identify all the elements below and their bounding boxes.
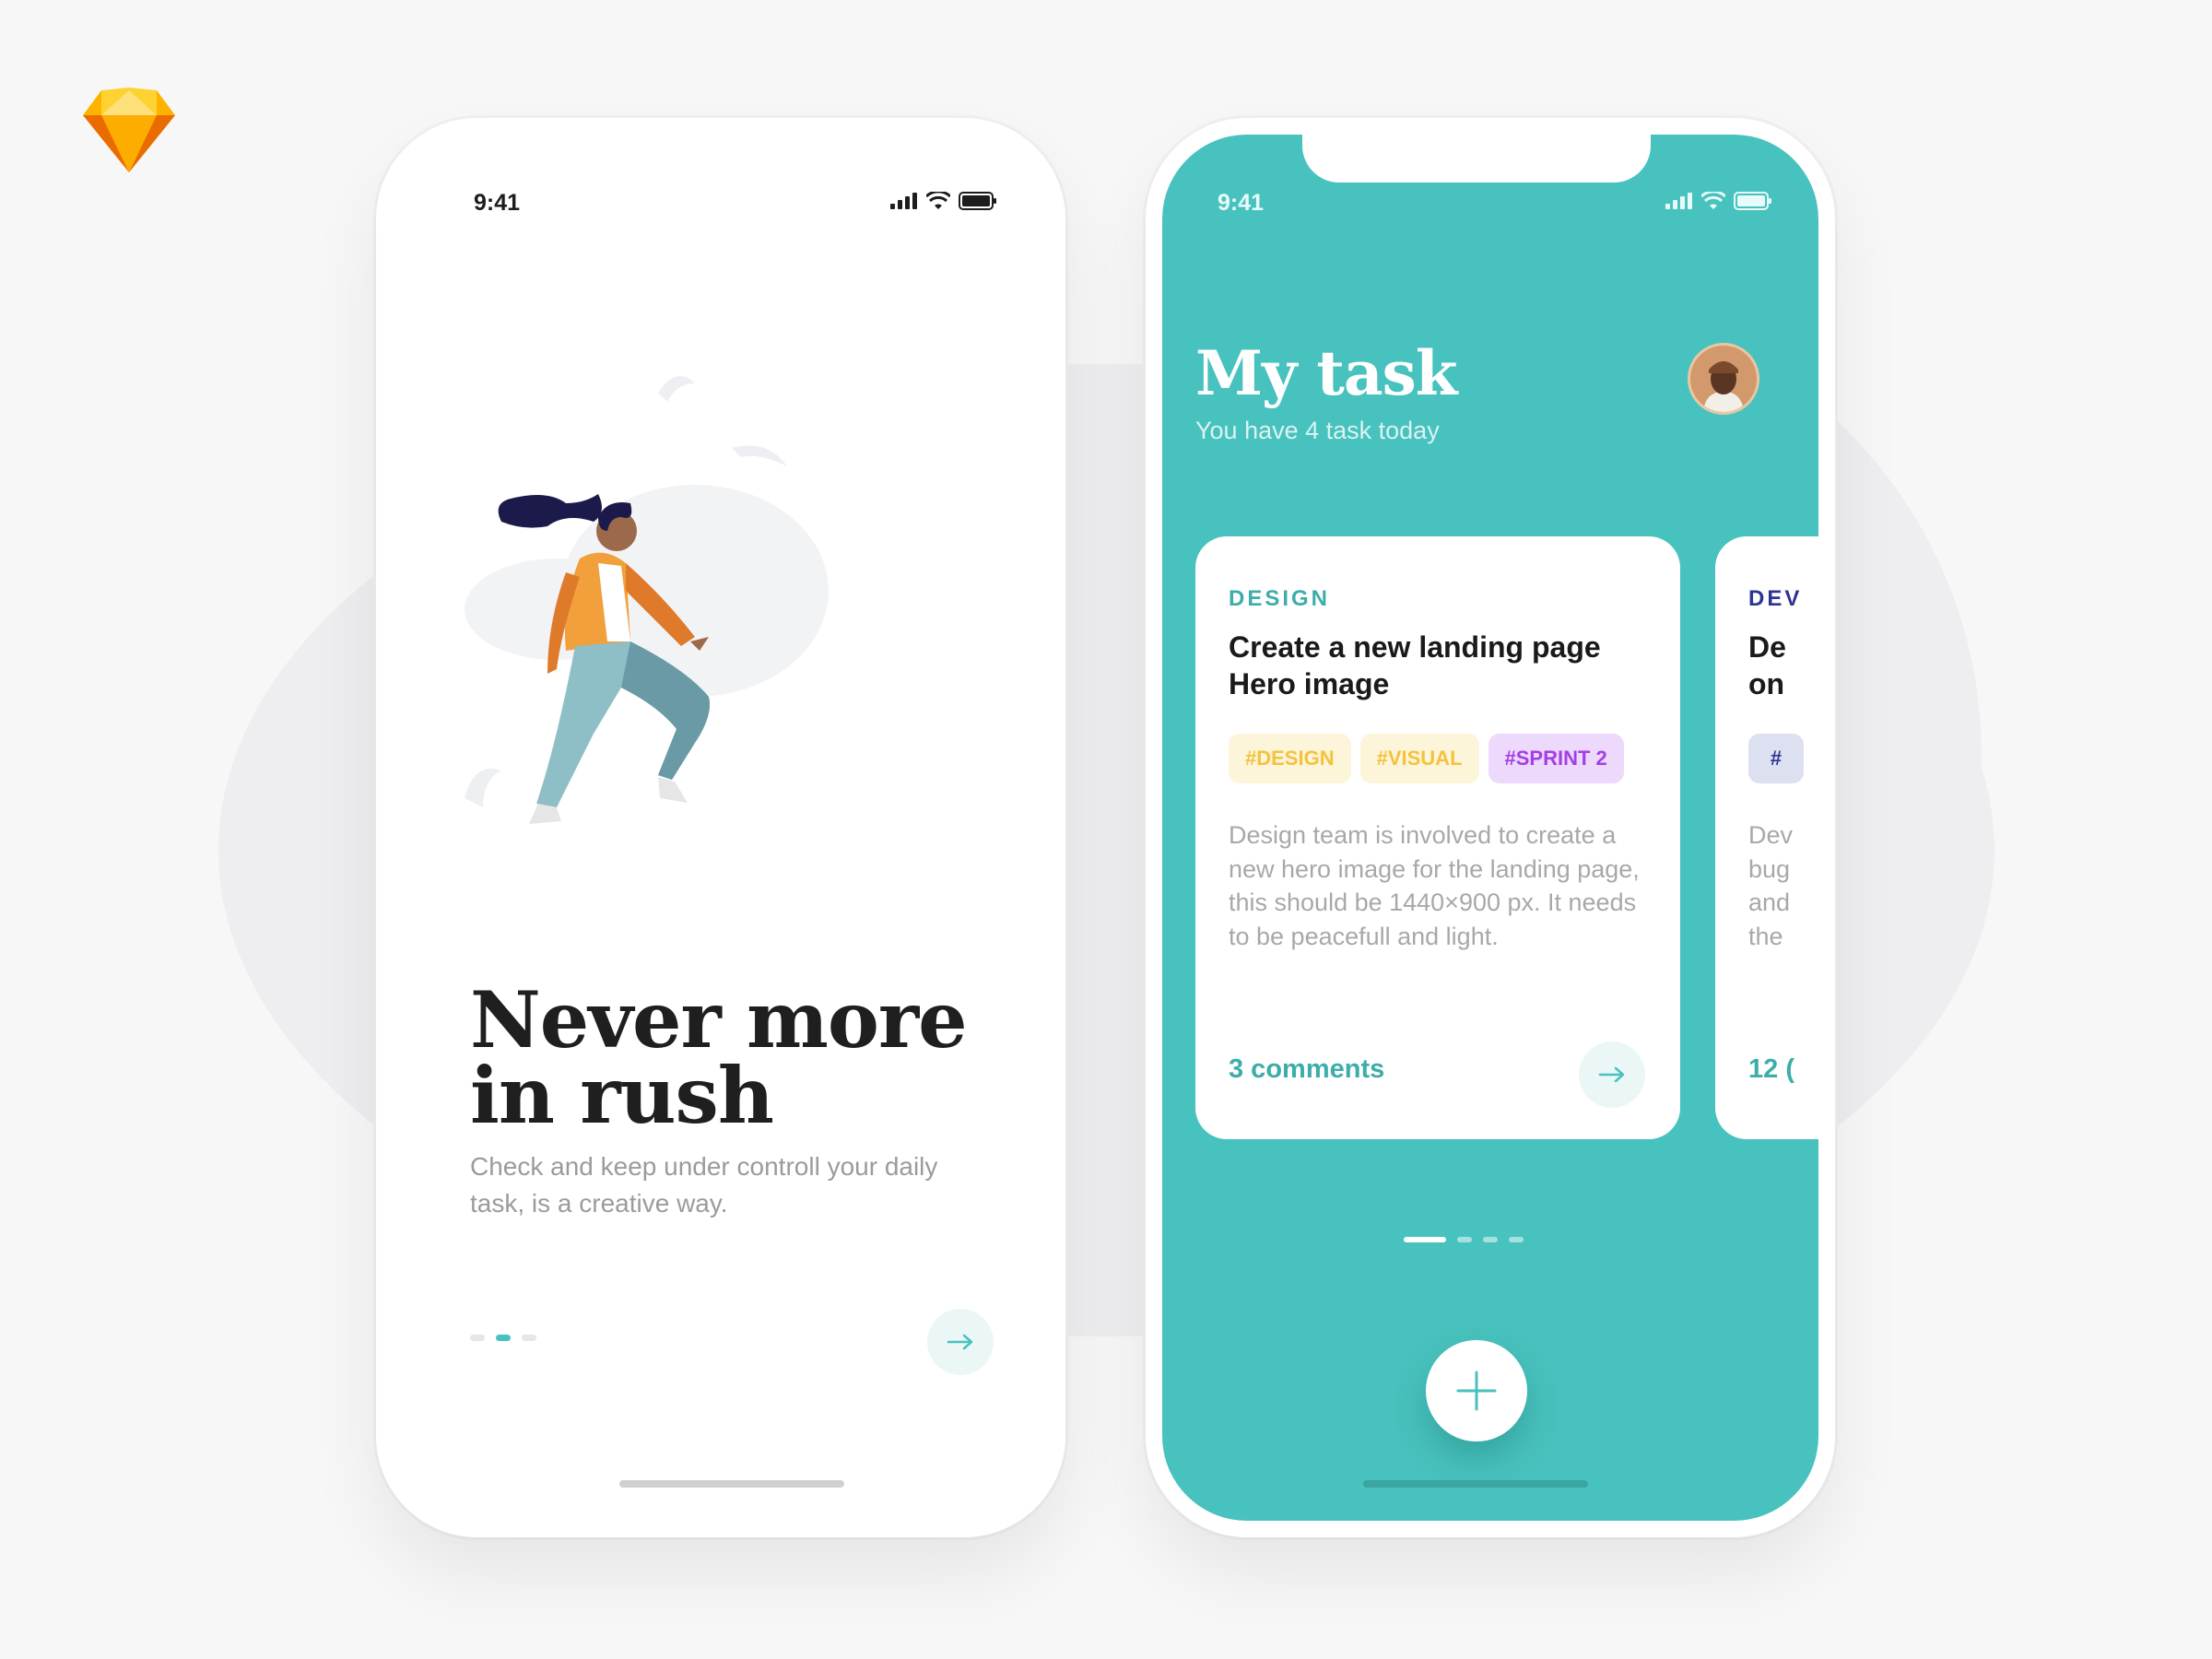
- sketch-logo-icon: [83, 88, 175, 172]
- page-dot-active: [1404, 1237, 1446, 1242]
- page-dot: [1457, 1237, 1472, 1242]
- phone-notch: [1302, 135, 1651, 182]
- card-tags: #DESIGN #VISUAL #SPRINT 2: [1229, 734, 1624, 783]
- tag-design[interactable]: #DESIGN: [1229, 734, 1351, 783]
- arrow-right-icon: [1598, 1066, 1625, 1083]
- task-card-peek[interactable]: DEV De on # Dev bug and the 12 (: [1715, 536, 1818, 1139]
- user-avatar-icon: [1690, 346, 1757, 412]
- page-dot: [1483, 1237, 1498, 1242]
- open-task-button[interactable]: [1579, 1041, 1645, 1108]
- card-category: DEV: [1748, 586, 1803, 611]
- page-title: My task: [1195, 337, 1458, 409]
- comments-link[interactable]: 3 comments: [1229, 1054, 1384, 1085]
- tasks-screen: 9:41 My task You have 4 task today DESIG…: [1162, 135, 1818, 1521]
- home-indicator[interactable]: [619, 1480, 844, 1488]
- page-indicator: [470, 1335, 536, 1341]
- tag-peek[interactable]: #: [1748, 734, 1804, 783]
- onboarding-screen: 9:41 Never more in rush Check and keep u…: [393, 135, 1049, 1521]
- home-indicator[interactable]: [1363, 1480, 1588, 1488]
- signal-icon: [890, 193, 917, 209]
- task-count-subtitle: You have 4 task today: [1195, 417, 1440, 444]
- wifi-icon: [1701, 192, 1725, 209]
- onboarding-headline: Never more in rush: [470, 974, 968, 1141]
- tag-sprint[interactable]: #SPRINT 2: [1488, 734, 1624, 783]
- status-time: 9:41: [474, 190, 521, 216]
- onboarding-subtext: Check and keep under controll your daily…: [470, 1152, 938, 1218]
- status-time: 9:41: [1218, 190, 1265, 216]
- plus-icon: [1456, 1371, 1497, 1411]
- card-description: Dev bug and the: [1748, 821, 1794, 950]
- arrow-right-icon: [947, 1334, 973, 1350]
- add-task-button[interactable]: [1426, 1340, 1527, 1441]
- page-dot: [522, 1335, 536, 1341]
- comments-link[interactable]: 12 (: [1748, 1054, 1794, 1085]
- tag-visual[interactable]: #VISUAL: [1359, 734, 1479, 783]
- status-icons: [890, 192, 997, 210]
- battery-icon: [1734, 192, 1771, 210]
- status-icons: [1665, 192, 1772, 210]
- card-title: Create a new landing page Hero image: [1229, 630, 1601, 700]
- card-description: Design team is involved to create a new …: [1229, 821, 1640, 950]
- card-title: De on: [1748, 630, 1786, 700]
- page-dot-active: [496, 1335, 511, 1341]
- card-page-indicator: [1404, 1237, 1524, 1242]
- running-woman-illustration: [465, 376, 829, 824]
- task-card[interactable]: DESIGN Create a new landing page Hero im…: [1195, 536, 1680, 1139]
- page-dot: [1509, 1237, 1524, 1242]
- battery-icon: [959, 192, 996, 210]
- page-dot: [470, 1335, 485, 1341]
- card-category: DESIGN: [1229, 586, 1331, 611]
- next-button[interactable]: [927, 1309, 994, 1375]
- phone-tasks: 9:41 My task You have 4 task today DESIG…: [1146, 118, 1835, 1537]
- wifi-icon: [926, 192, 950, 209]
- avatar[interactable]: [1688, 343, 1759, 415]
- phone-onboarding: 9:41 Never more in rush Check and keep u…: [376, 118, 1065, 1537]
- signal-icon: [1665, 193, 1692, 209]
